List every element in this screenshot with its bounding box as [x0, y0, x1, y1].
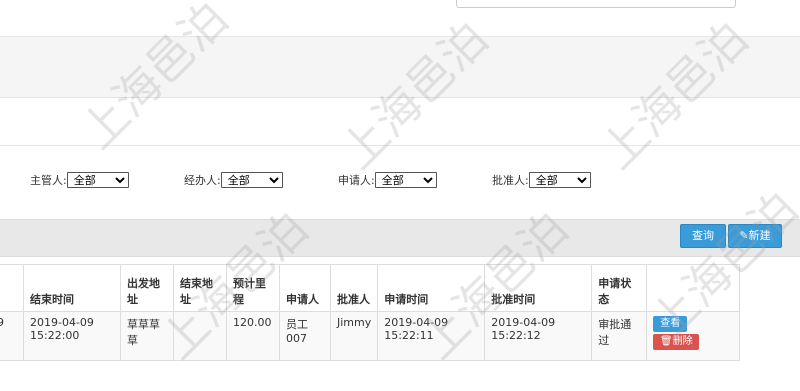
cell-end-time: 2019-04-09 15:22:00: [23, 311, 121, 361]
col-header-applicant: 申请人: [279, 264, 331, 312]
handler-select[interactable]: 全部: [220, 172, 283, 188]
filter-applicant: 申请人: 全部: [338, 172, 437, 188]
col-header-approver: 批准人: [329, 264, 379, 312]
col-header-0: [0, 264, 24, 312]
col-header-status: 申请状态: [591, 264, 648, 312]
filter-supervisor-label: 主管人:: [30, 174, 67, 187]
cell-applicant: 员工007: [279, 311, 331, 361]
filter-handler: 经办人: 全部: [184, 172, 283, 188]
cell-from: 草草草草: [120, 311, 174, 361]
delete-button[interactable]: 🗑删除: [653, 334, 700, 350]
new-button-label: 新建: [748, 229, 771, 242]
top-bar: [0, 0, 800, 37]
applicant-select[interactable]: 全部: [374, 172, 437, 188]
pencil-icon: ✎: [739, 229, 749, 242]
filter-applicant-label: 申请人:: [338, 174, 375, 187]
cell-apply-time: 2019-04-09 15:22:11: [377, 311, 486, 361]
col-header-apply-time: 申请时间: [377, 264, 486, 312]
delete-button-label: 删除: [672, 336, 693, 347]
top-search-input[interactable]: [456, 0, 736, 8]
col-header-actions: [646, 264, 741, 312]
records-table: 结束时间 出发地址 结束地址 预计里程 申请人 批准人 申请时间 批准时间 申请…: [0, 264, 741, 361]
approver-select[interactable]: 全部: [528, 172, 591, 188]
view-button[interactable]: 查看: [653, 316, 688, 332]
cell-approve-time: 2019-04-09 15:22:12: [484, 311, 593, 361]
filter-bar: 主管人: 全部 经办人: 全部 申请人: 全部 批准人: 全部: [0, 145, 800, 216]
col-header-mileage: 预计里程: [226, 264, 280, 312]
filter-approver-label: 批准人:: [492, 174, 529, 187]
query-button[interactable]: 查询: [680, 224, 726, 248]
cell-mileage: 120.00: [226, 311, 280, 361]
filter-supervisor: 主管人: 全部: [30, 172, 129, 188]
new-button[interactable]: ✎新建: [728, 224, 782, 248]
cell-approver: Jimmy: [329, 311, 379, 361]
filter-approver: 批准人: 全部: [492, 172, 591, 188]
cell-actions: 查看 🗑删除: [646, 311, 741, 361]
cell-to: [173, 311, 227, 361]
table-header-row: 结束时间 出发地址 结束地址 预计里程 申请人 批准人 申请时间 批准时间 申请…: [0, 264, 741, 312]
col-header-to: 结束地址: [173, 264, 227, 312]
col-header-end-time: 结束时间: [23, 264, 121, 312]
filter-handler-label: 经办人:: [184, 174, 221, 187]
cell-status: 审批通过: [591, 311, 648, 361]
col-header-from: 出发地址: [120, 264, 174, 312]
supervisor-select[interactable]: 全部: [66, 172, 129, 188]
cell-0: 9: [0, 311, 24, 361]
section-header-panel: [0, 37, 800, 98]
table-row: 9 2019-04-09 15:22:00 草草草草 120.00 员工007 …: [0, 311, 741, 361]
trash-icon: 🗑: [659, 336, 673, 347]
col-header-approve-time: 批准时间: [484, 264, 593, 312]
